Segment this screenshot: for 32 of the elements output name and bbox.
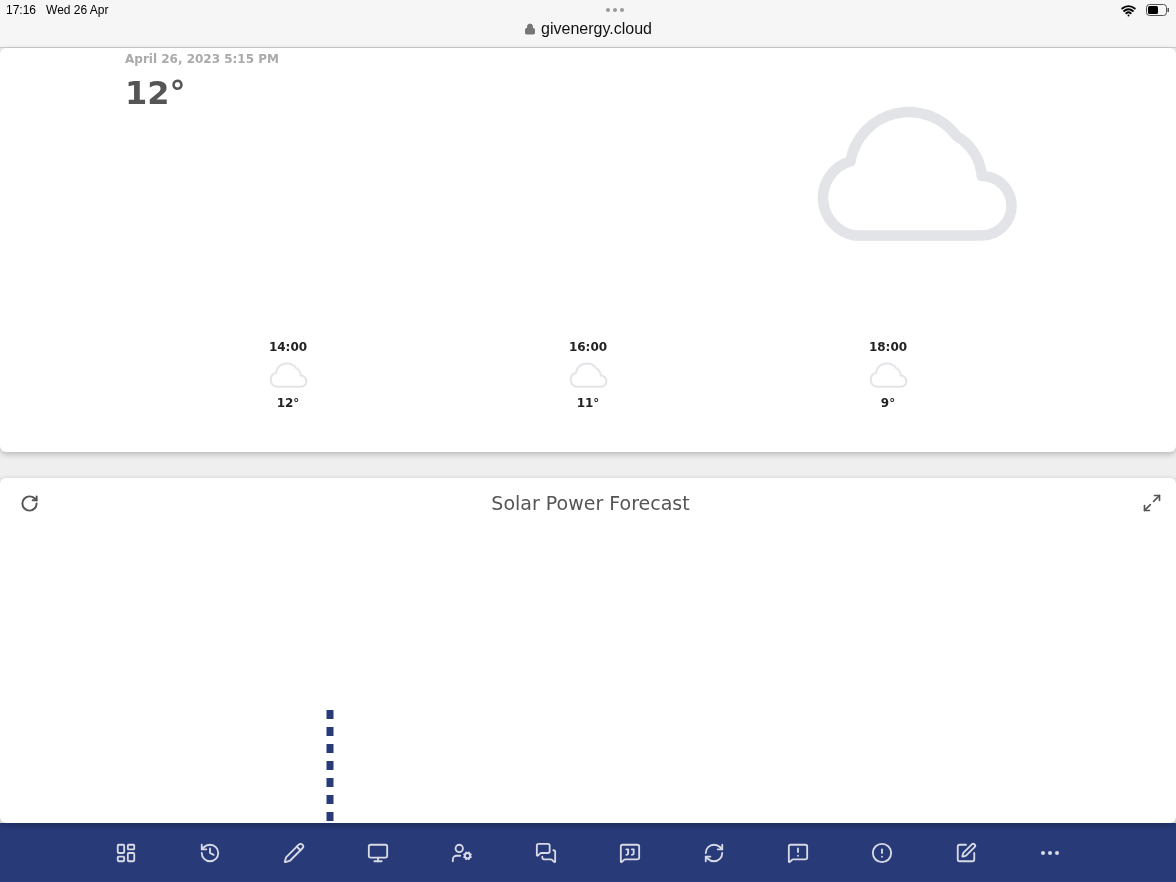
more-icon (1041, 850, 1059, 855)
weather-timestamp: April 26, 2023 5:15 PM (125, 52, 279, 66)
address-url[interactable]: givenergy.cloud (541, 20, 652, 38)
forecast-time: 16:00 (568, 340, 608, 354)
forecast-temperature: 12° (276, 396, 300, 411)
forecast-time: 18:00 (868, 340, 908, 354)
more-icon[interactable] (605, 8, 624, 12)
wifi-icon (1121, 2, 1136, 18)
forecast-temperature: 9° (880, 396, 896, 411)
chat-icon (535, 841, 557, 864)
refresh-icon[interactable] (20, 493, 39, 513)
battery-icon (1146, 4, 1170, 16)
status-date: Wed 26 Apr (46, 3, 109, 17)
warning-message-icon (787, 841, 809, 864)
current-temperature: 12° (125, 74, 187, 112)
user-settings-icon (451, 841, 473, 864)
cloud-icon (868, 362, 908, 389)
pencil-icon (283, 841, 305, 864)
history-icon (199, 841, 221, 864)
cloud-icon (268, 362, 308, 389)
monitor-icon (367, 841, 389, 864)
edit-table-icon (955, 841, 977, 864)
expand-icon[interactable] (1142, 493, 1162, 513)
cloud-icon (568, 362, 608, 389)
alert-icon (871, 841, 893, 864)
card-title: Solar Power Forecast (490, 492, 691, 514)
forecast-time: 14:00 (268, 340, 308, 354)
status-time: 17:16 (6, 3, 37, 17)
sync-icon (703, 841, 725, 864)
quote-message-icon (619, 841, 641, 864)
forecast-temperature: 11° (576, 396, 600, 411)
dashboard-icon (115, 841, 137, 864)
